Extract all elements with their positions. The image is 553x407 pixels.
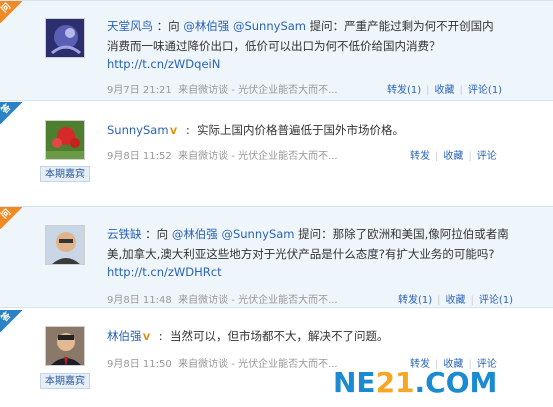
answer-corner-badge: 答 — [0, 102, 22, 124]
short-url-link[interactable]: http://t.cn/zWDqeiN — [107, 57, 220, 71]
verified-icon: V — [143, 333, 150, 343]
post-text-line-1: 云铁缺 ：向 @林伯强 @SunnySam 提问：那除了欧洲和美国,像阿拉伯或者… — [107, 227, 509, 241]
question-post-2: 问 云铁缺 ：向 @林伯强 @SunnySam 提问：那除了欧洲和美国,像阿拉伯… — [0, 206, 553, 308]
short-url-link[interactable]: http://t.cn/zWDHRct — [107, 265, 222, 279]
avatar[interactable] — [45, 120, 85, 160]
forward-button[interactable]: 转发(1) — [398, 295, 432, 306]
answer-post-1: 答 本期嘉宾 SunnySam V : 实际上国内价格普遍低于国外市场价格。 9月… — [0, 102, 553, 202]
post-date-link[interactable]: 9月7日 — [107, 85, 140, 96]
user-name-link[interactable]: SunnySam — [107, 123, 169, 137]
post-text: SunnySam V : 实际上国内价格普遍低于国外市场价格。 — [107, 123, 405, 137]
question-corner-badge: 问 — [0, 207, 22, 229]
forward-button[interactable]: 转发(1) — [387, 85, 421, 96]
answer-corner-badge: 答 — [0, 310, 22, 332]
post-meta: 9月8日 11:52 来自微访谈 - 光伏企业能否大而不... — [107, 151, 338, 162]
comment-button[interactable]: 评论(1) — [479, 295, 513, 306]
avatar[interactable] — [45, 326, 85, 366]
ne21-watermark-logo: NE21.COM — [333, 366, 498, 399]
comment-button[interactable]: 评论 — [477, 151, 497, 162]
source-link[interactable]: 来自微访谈 - 光伏企业能否大而不... — [178, 85, 338, 96]
post-text-line-2: 消费而一味通过降价出口，低价可以出口为何不低价给国内消费？ — [107, 39, 441, 53]
post-actions: 转发(1) | 收藏 | 评论(1) — [398, 295, 514, 306]
guest-badge: 本期嘉宾 — [40, 166, 90, 182]
comment-button[interactable]: 评论(1) — [468, 85, 502, 96]
mention-link[interactable]: @林伯强 — [183, 19, 229, 33]
mention-link[interactable]: @SunnySam — [233, 19, 306, 33]
post-meta: 9月8日 11:50 来自微访谈 - 光伏企业能否大而不... — [107, 359, 338, 370]
post-actions: 转发(1) | 收藏 | 评论(1) — [387, 85, 503, 96]
question-post-1: 问 天堂风鸟 ：向 @林伯强 @SunnySam 提问：严重产能过剩为何不开创国… — [0, 0, 553, 101]
post-date-link[interactable]: 9月8日 — [107, 295, 140, 306]
source-link[interactable]: 来自微访谈 - 光伏企业能否大而不... — [178, 359, 338, 370]
forward-button[interactable]: 转发 — [410, 151, 430, 162]
post-actions: 转发 | 收藏 | 评论 — [410, 151, 497, 162]
favorite-button[interactable]: 收藏 — [443, 151, 463, 162]
avatar[interactable] — [45, 225, 85, 265]
guest-badge: 本期嘉宾 — [40, 373, 90, 389]
verified-icon: V — [170, 127, 178, 137]
user-name-link[interactable]: 云铁缺 — [107, 227, 142, 241]
mention-link[interactable]: @林伯强 — [172, 227, 218, 241]
source-link[interactable]: 来自微访谈 - 光伏企业能否大而不... — [178, 151, 338, 162]
post-text: 林伯强 V : 当然可以，但市场都不大，解决不了问题。 — [107, 329, 389, 343]
question-corner-badge: 问 — [0, 1, 22, 23]
mention-link[interactable]: @SunnySam — [221, 227, 294, 241]
avatar[interactable] — [45, 18, 85, 58]
post-text-line-2: 美,加拿大,澳大利亚这些地方对于光伏产品是什么态度?有扩大业务的可能吗? — [107, 247, 495, 261]
post-meta: 9月8日 11:48 来自微访谈 - 光伏企业能否大而不... — [107, 295, 338, 306]
post-date-link[interactable]: 9月8日 — [107, 359, 140, 370]
favorite-button[interactable]: 收藏 — [435, 85, 455, 96]
post-text-line-1: 天堂风鸟 ：向 @林伯强 @SunnySam 提问：严重产能过剩为何不开创国内 — [107, 19, 494, 33]
post-meta: 9月7日 21:21 来自微访谈 - 光伏企业能否大而不... — [107, 85, 338, 96]
user-name-link[interactable]: 林伯强 — [107, 329, 142, 343]
post-date-link[interactable]: 9月8日 — [107, 151, 140, 162]
user-name-link[interactable]: 天堂风鸟 — [107, 19, 153, 33]
favorite-button[interactable]: 收藏 — [446, 295, 466, 306]
source-link[interactable]: 来自微访谈 - 光伏企业能否大而不... — [178, 295, 338, 306]
